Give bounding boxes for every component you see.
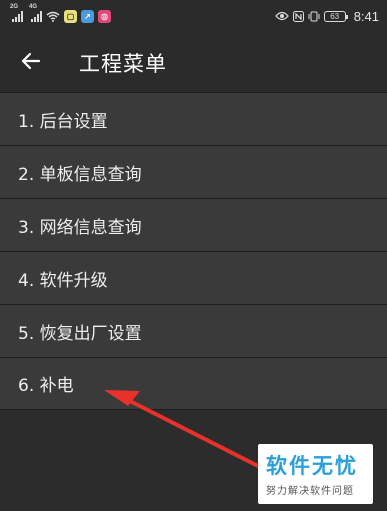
signal-icon: 4G	[29, 4, 42, 22]
screen: 2G 4G ▢ ↗ ◎ 63 8:41 工程菜单 1. 后台设置 2. 单板信息…	[0, 0, 387, 511]
watermark-title: 软件无忧	[266, 454, 358, 478]
watermark-logo: 软件无忧 努力解决软件问题	[258, 444, 373, 504]
network-type-label: 4G	[29, 4, 38, 10]
menu-item-network-info[interactable]: 3. 网络信息查询	[0, 198, 387, 251]
app-notification-icon: ↗	[81, 9, 94, 23]
status-left: 2G 4G ▢ ↗ ◎	[10, 4, 111, 23]
menu-item-recharge[interactable]: 6. 补电	[0, 357, 387, 410]
menu-item-label: 5. 恢复出厂设置	[18, 323, 142, 344]
menu-item-factory-reset[interactable]: 5. 恢复出厂设置	[0, 304, 387, 357]
vibrate-icon	[308, 11, 320, 21]
menu-item-label: 4. 软件升级	[18, 270, 108, 291]
back-arrow-icon[interactable]	[20, 50, 42, 72]
menu-item-background-settings[interactable]: 1. 后台设置	[0, 92, 387, 145]
eye-icon	[274, 11, 289, 21]
clock: 8:41	[353, 8, 379, 24]
signal-icon: 2G	[10, 4, 23, 22]
menu-item-label: 6. 补电	[18, 376, 74, 396]
battery-icon: 63	[323, 10, 348, 22]
watermark-subtitle: 努力解决软件问题	[266, 486, 354, 497]
menu-item-board-info[interactable]: 2. 单板信息查询	[0, 145, 387, 198]
network-type-label: 2G	[10, 4, 19, 10]
wifi-icon	[46, 11, 60, 22]
engineering-menu: 1. 后台设置 2. 单板信息查询 3. 网络信息查询 4. 软件升级 5. 恢…	[0, 92, 387, 410]
battery-level: 63	[330, 11, 340, 21]
app-notification-icon: ◎	[98, 9, 111, 23]
status-right: 63 8:41	[274, 8, 379, 24]
page-title: 工程菜单	[79, 52, 167, 76]
nfc-icon	[292, 10, 304, 22]
menu-item-label: 3. 网络信息查询	[18, 217, 142, 238]
menu-item-software-upgrade[interactable]: 4. 软件升级	[0, 251, 387, 304]
app-notification-icon: ▢	[64, 9, 77, 23]
app-bar: 工程菜单	[0, 32, 387, 92]
status-bar: 2G 4G ▢ ↗ ◎ 63 8:41	[0, 0, 387, 32]
menu-item-label: 1. 后台设置	[18, 111, 108, 132]
menu-item-label: 2. 单板信息查询	[18, 164, 142, 185]
